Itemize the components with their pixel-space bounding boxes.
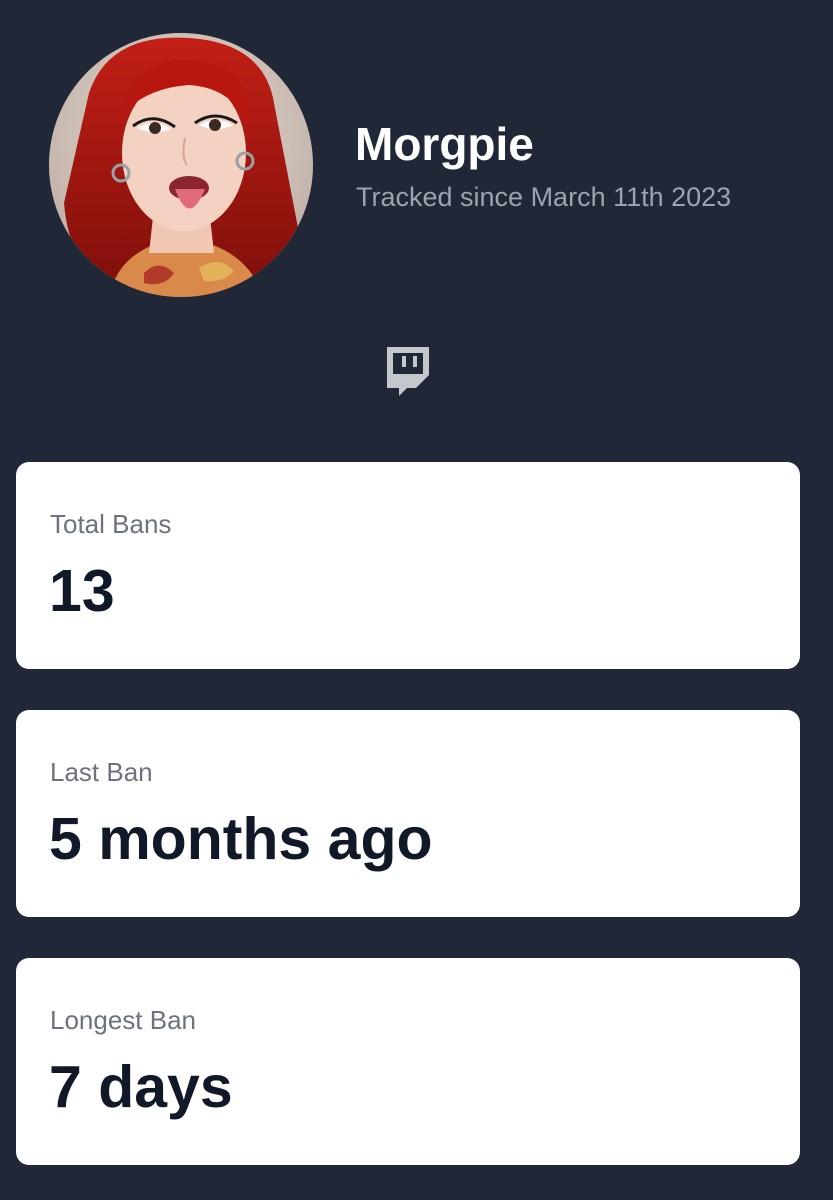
stat-card-last-ban: Last Ban 5 months ago [16,710,800,917]
stat-value: 13 [49,558,115,624]
avatar [49,33,313,297]
stat-value: 7 days [49,1054,233,1120]
stat-label: Longest Ban [50,1005,197,1035]
stat-label: Total Bans [50,509,172,539]
stat-value: 5 months ago [49,806,433,872]
display-name: Morgpie [355,118,534,170]
stat-card-longest-ban: Longest Ban 7 days [16,958,800,1165]
avatar-image [49,33,313,297]
stat-card-total-bans: Total Bans 13 [16,462,800,669]
twitch-icon [387,347,429,396]
twitch-link[interactable] [385,345,431,397]
tracked-since-text: Tracked since March 11th 2023 [356,182,732,212]
stat-label: Last Ban [50,757,153,787]
